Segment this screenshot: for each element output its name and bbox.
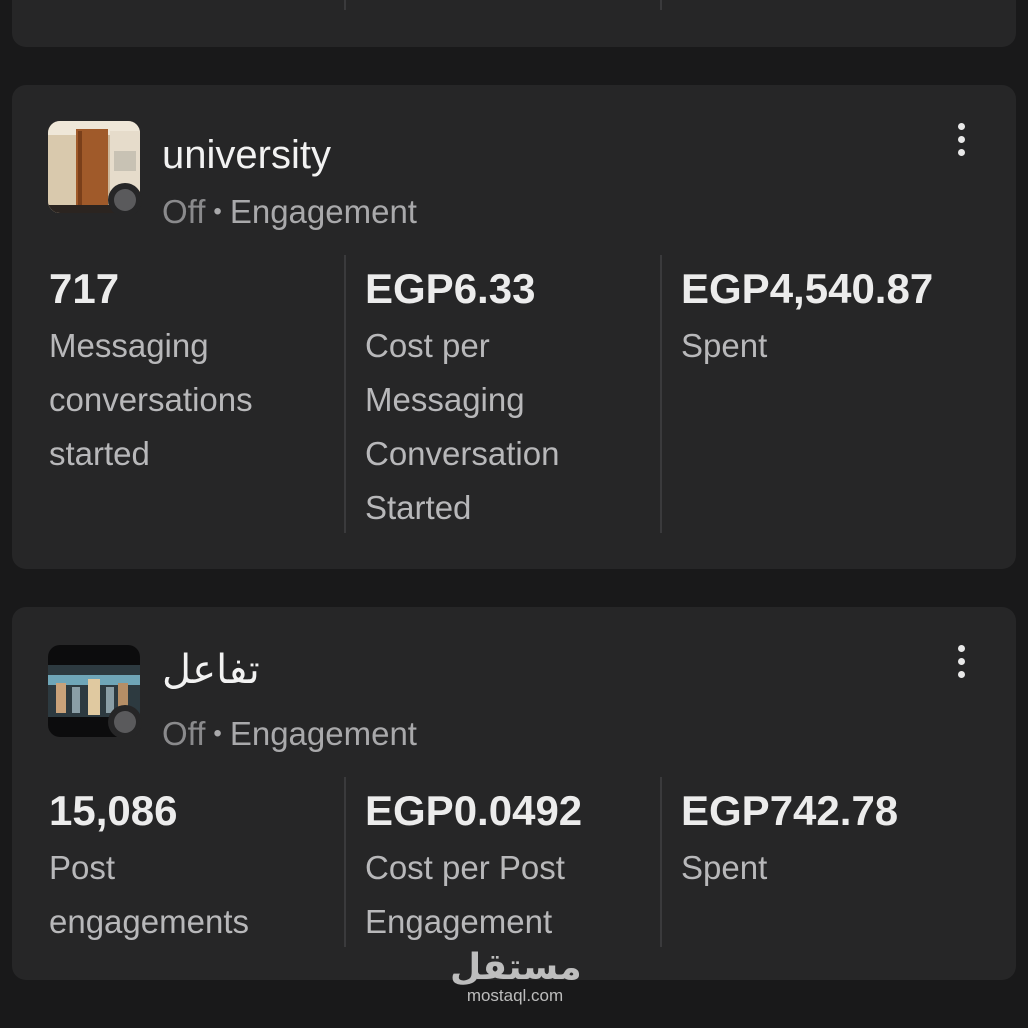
separator: • [213, 720, 222, 747]
watermark-arabic: مستقل [450, 947, 582, 988]
more-options-icon[interactable] [956, 645, 966, 678]
metric-label: Messaging conversations started [49, 327, 253, 472]
objective-label: Engagement [229, 715, 417, 752]
metric-value: 717 [49, 265, 120, 312]
divider [344, 777, 346, 947]
metric-label: Cost per Post Engagement [365, 849, 565, 940]
watermark: مستقل mostaql.com [450, 947, 582, 1006]
divider [660, 0, 662, 10]
metric-value: EGP0.0492 [365, 787, 583, 834]
ad-card[interactable]: تفاعل Off • Engagement 15,086 Post engagem… [12, 607, 1016, 980]
ad-name[interactable]: university [162, 133, 331, 178]
ad-status-line: Off • Engagement [162, 193, 417, 231]
status-indicator [108, 183, 142, 217]
divider [660, 255, 662, 533]
divider [344, 0, 346, 10]
metric-cost-per-result: EGP0.0492 Cost per Post Engagement [365, 787, 665, 949]
objective-label: Engagement [229, 193, 417, 230]
metric-spent: EGP742.78 Spent [681, 787, 981, 895]
status-label: Off [162, 193, 206, 230]
metric-label: Post engagements [49, 849, 249, 940]
metric-value: EGP742.78 [681, 787, 899, 834]
ad-card[interactable]: university Off • Engagement 717 Messaging … [12, 85, 1016, 569]
watermark-latin: mostaql.com [466, 986, 564, 1005]
metric-value: EGP6.33 [365, 265, 536, 312]
metric-results: 15,086 Post engagements [49, 787, 349, 949]
metric-value: EGP4,540.87 [681, 265, 934, 312]
more-options-icon[interactable] [956, 123, 966, 156]
divider [344, 255, 346, 533]
metric-results: 717 Messaging conversations started [49, 265, 349, 481]
metric-value: 15,086 [49, 787, 178, 834]
metric-label: Cost per Messaging Conversation Started [365, 327, 560, 526]
ad-status-line: Off • Engagement [162, 715, 417, 753]
ad-name[interactable]: تفاعل [162, 647, 260, 693]
metric-label: Spent [681, 327, 768, 364]
status-label: Off [162, 715, 206, 752]
metric-spent: EGP4,540.87 Spent [681, 265, 981, 373]
separator: • [213, 198, 222, 225]
previous-ad-card[interactable] [12, 0, 1016, 47]
metric-label: Spent [681, 849, 768, 886]
divider [660, 777, 662, 947]
status-indicator [108, 705, 142, 739]
metric-cost-per-result: EGP6.33 Cost per Messaging Conversation … [365, 265, 665, 535]
